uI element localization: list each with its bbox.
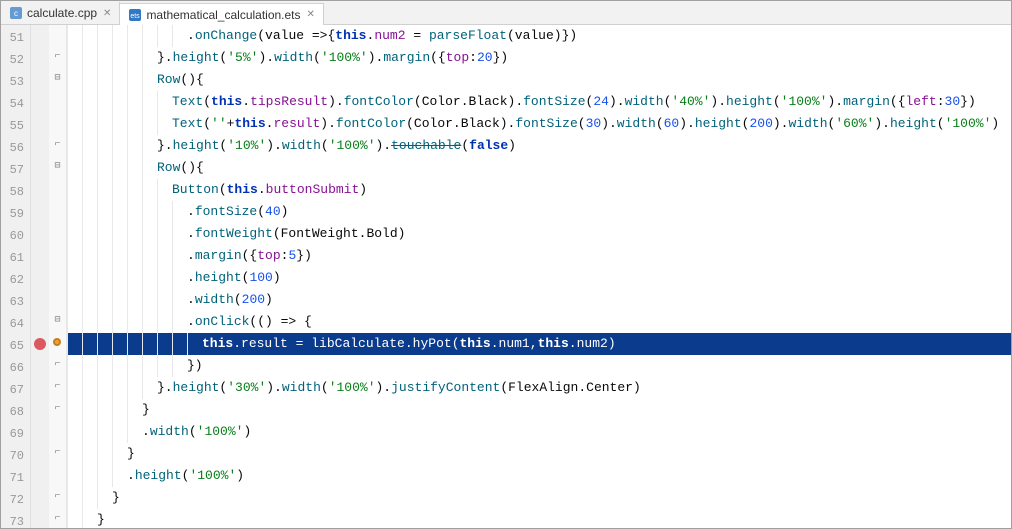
code-line[interactable]: .height('100%') <box>67 465 1011 487</box>
line-number: 69 <box>1 423 30 445</box>
code-line[interactable]: .onClick(() => { <box>67 311 1011 333</box>
code-line[interactable]: .width(200) <box>67 289 1011 311</box>
line-number: 65 <box>1 335 30 357</box>
code-line[interactable]: Text(this.tipsResult).fontColor(Color.Bl… <box>67 91 1011 113</box>
svg-text:ets: ets <box>131 13 141 20</box>
fold-end-icon[interactable]: ⌐ <box>52 360 63 371</box>
code-line[interactable]: } <box>67 399 1011 421</box>
code-line[interactable]: }.height('10%').width('100%').touchable(… <box>67 135 1011 157</box>
marker-column[interactable] <box>31 25 49 528</box>
code-line[interactable]: .height(100) <box>67 267 1011 289</box>
line-number: 52 <box>1 49 30 71</box>
line-number: 66 <box>1 357 30 379</box>
fold-collapse-icon[interactable]: ⊟ <box>52 162 63 173</box>
line-number-gutter: 5152535455565758596061626364656667686970… <box>1 25 31 528</box>
line-number: 73 <box>1 511 30 528</box>
fold-end-icon[interactable]: ⌐ <box>52 382 63 393</box>
fold-end-icon[interactable]: ⌐ <box>52 448 63 459</box>
code-line[interactable]: } <box>67 509 1011 528</box>
cpp-file-icon: c <box>9 6 23 20</box>
line-number: 56 <box>1 137 30 159</box>
line-number: 57 <box>1 159 30 181</box>
breakpoint-icon[interactable] <box>34 338 46 350</box>
fold-end-icon[interactable]: ⌐ <box>52 140 63 151</box>
close-icon[interactable]: ✕ <box>103 8 111 19</box>
code-line[interactable]: Row(){ <box>67 157 1011 179</box>
line-number: 62 <box>1 269 30 291</box>
line-number: 67 <box>1 379 30 401</box>
tab-bar: c calculate.cpp ✕ ets mathematical_calcu… <box>1 1 1011 25</box>
code-line[interactable]: this.result = libCalculate.hyPot(this.nu… <box>67 333 1011 355</box>
code-line[interactable]: .fontSize(40) <box>67 201 1011 223</box>
fold-end-icon[interactable]: ⌐ <box>52 52 63 63</box>
line-number: 55 <box>1 115 30 137</box>
line-number: 70 <box>1 445 30 467</box>
code-line[interactable]: }.height('5%').width('100%').margin({top… <box>67 47 1011 69</box>
code-line[interactable]: .fontWeight(FontWeight.Bold) <box>67 223 1011 245</box>
line-number: 58 <box>1 181 30 203</box>
code-line[interactable]: } <box>67 443 1011 465</box>
line-number: 72 <box>1 489 30 511</box>
code-line[interactable]: .width('100%') <box>67 421 1011 443</box>
tab-calculate-cpp[interactable]: c calculate.cpp ✕ <box>1 2 120 24</box>
fold-end-icon[interactable]: ⌐ <box>52 404 63 415</box>
code-line[interactable]: Button(this.buttonSubmit) <box>67 179 1011 201</box>
code-line[interactable]: .margin({top:5}) <box>67 245 1011 267</box>
line-number: 63 <box>1 291 30 313</box>
tab-label: calculate.cpp <box>27 6 97 20</box>
svg-text:c: c <box>14 9 18 18</box>
code-line[interactable]: } <box>67 487 1011 509</box>
tab-mathematical-calculation-ets[interactable]: ets mathematical_calculation.ets ✕ <box>120 3 323 25</box>
close-icon[interactable]: ✕ <box>307 9 315 20</box>
fold-collapse-icon[interactable]: ⊟ <box>52 316 63 327</box>
line-number: 54 <box>1 93 30 115</box>
fold-collapse-icon[interactable]: ⊟ <box>52 74 63 85</box>
line-number: 68 <box>1 401 30 423</box>
execution-marker-icon <box>53 338 61 346</box>
code-editor[interactable]: 5152535455565758596061626364656667686970… <box>1 25 1011 528</box>
code-line[interactable]: }.height('30%').width('100%').justifyCon… <box>67 377 1011 399</box>
code-line[interactable]: .onChange(value =>{this.num2 = parseFloa… <box>67 25 1011 47</box>
code-line[interactable]: Row(){ <box>67 69 1011 91</box>
line-number: 60 <box>1 225 30 247</box>
ets-file-icon: ets <box>128 8 142 22</box>
line-number: 61 <box>1 247 30 269</box>
code-line[interactable]: }) <box>67 355 1011 377</box>
fold-end-icon[interactable]: ⌐ <box>52 514 63 525</box>
code-content[interactable]: .onChange(value =>{this.num2 = parseFloa… <box>67 25 1011 528</box>
line-number: 71 <box>1 467 30 489</box>
line-number: 64 <box>1 313 30 335</box>
tab-label: mathematical_calculation.ets <box>146 8 300 22</box>
line-number: 51 <box>1 27 30 49</box>
code-line[interactable]: Text(''+this.result).fontColor(Color.Bla… <box>67 113 1011 135</box>
fold-column[interactable]: ⌐ ⊟ ⌐ ⊟ ⊟ ⌐ ⌐ ⌐ ⌐ ⌐ ⌐ <box>49 25 67 528</box>
fold-end-icon[interactable]: ⌐ <box>52 492 63 503</box>
line-number: 59 <box>1 203 30 225</box>
line-number: 53 <box>1 71 30 93</box>
